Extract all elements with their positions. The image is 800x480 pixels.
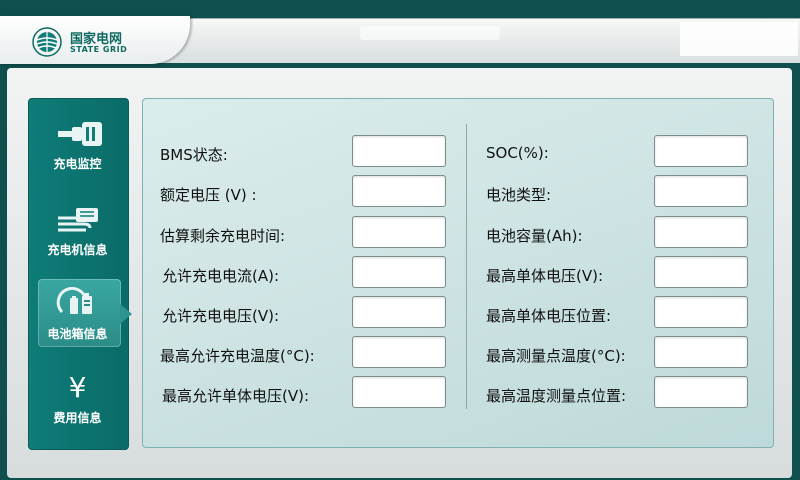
field-label-max-measured-temp: 最高测量点温度(°C): [486,347,626,365]
sidebar-item-label: 费用信息 [53,411,102,425]
max-allowed-cell-voltage-field[interactable] [352,376,446,408]
field-label-remaining-charge-time: 估算剩余充电时间: [160,227,286,245]
field-label-battery-capacity: 电池容量(Ah): [486,227,583,245]
rated-voltage-field[interactable] [352,175,446,207]
brand-name-en: STATE GRID [70,45,128,54]
plug-connector-icon [58,122,102,146]
sidebar-item-battery-box-info[interactable]: 电池箱信息 [28,280,127,350]
field-label-max-allowed-cell-voltage: 最高允许单体电压(V): [162,387,310,405]
max-temp-point-position-field[interactable] [654,376,748,408]
field-label-soc: SOC(%): [486,144,549,162]
column-divider [466,124,467,409]
sidebar-item-label: 电池箱信息 [47,327,108,341]
remaining-charge-time-field[interactable] [352,216,446,248]
max-measured-temp-field[interactable] [654,336,748,368]
battery-type-field[interactable] [654,175,748,207]
battery-box-icon [56,286,92,314]
sidebar-item-label: 充电机信息 [47,243,108,257]
allowed-charge-current-field[interactable] [352,256,446,288]
field-label-max-allowed-charge-temp: 最高允许充电温度(°C): [160,347,315,365]
max-cell-voltage-field[interactable] [654,256,748,288]
max-cell-voltage-position-field[interactable] [654,296,748,328]
field-label-max-cell-voltage: 最高单体电压(V): [486,267,604,285]
field-label-rated-voltage: 额定电压 (V) : [160,186,257,204]
bms-status-field[interactable] [352,135,446,167]
field-label-battery-type: 电池类型: [486,186,552,204]
field-label-max-temp-point-position: 最高温度测量点位置: [486,387,627,405]
soc-field[interactable] [654,135,748,167]
sidebar-item-charger-info[interactable]: 充电机信息 [28,196,127,266]
field-label-allowed-charge-voltage: 允许充电电压(V): [162,307,280,325]
battery-capacity-field[interactable] [654,216,748,248]
sidebar-item-label: 充电监控 [53,157,102,171]
header-decoration-right [680,22,798,56]
field-label-max-cell-voltage-position: 最高单体电压位置: [486,307,612,325]
field-label-bms-status: BMS状态: [160,146,228,164]
header-decoration [360,26,500,40]
allowed-charge-voltage-field[interactable] [352,296,446,328]
field-label-allowed-charge-current: 允许充电电流(A): [162,267,280,285]
state-grid-logo-icon [32,27,62,57]
sidebar-item-fee-info[interactable]: ¥ 费用信息 [28,366,127,436]
sidebar-item-charging-monitor[interactable]: 充电监控 [28,112,127,182]
charger-hand-icon [58,208,98,232]
yen-icon: ¥ [68,371,87,404]
max-allowed-charge-temp-field[interactable] [352,336,446,368]
